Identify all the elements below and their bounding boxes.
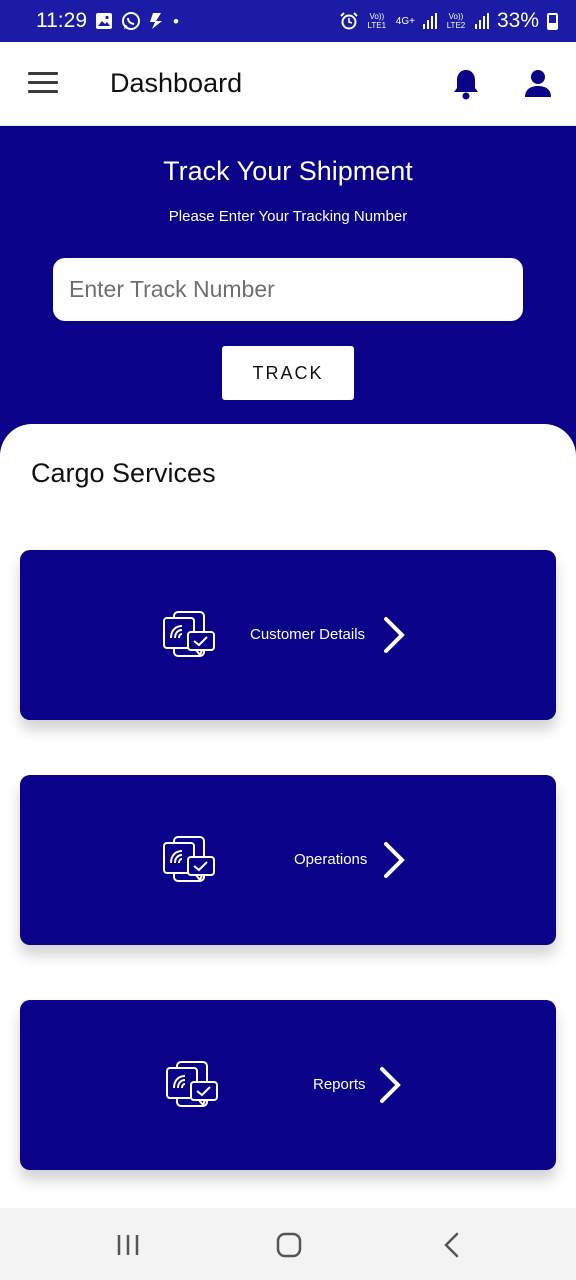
devices-check-icon [163,611,215,657]
operations-card[interactable]: Operations [20,775,556,945]
track-title: Track Your Shipment [163,156,413,186]
notification-dot: • [173,11,179,31]
alarm-icon [340,12,358,30]
devices-check-icon [166,1061,218,1107]
track-shipment-section: Track Your Shipment Please Enter Your Tr… [0,126,576,456]
page-title: Dashboard [110,68,243,98]
home-icon[interactable] [274,1232,304,1258]
chevron-right-icon [384,617,405,653]
signal-icon [474,13,489,29]
status-right: Vo)) LTE1 4G+ Vo)) LTE2 33% [340,9,558,33]
devices-check-icon [163,836,215,882]
sim1-network: 4G+ [395,15,415,27]
status-time: 11:29 [36,9,87,32]
status-left: 11:29 • [36,9,179,33]
gallery-icon [96,13,112,29]
reports-card[interactable]: Reports [20,1000,556,1170]
section-title: Cargo Services [31,458,216,488]
card-label: Reports [313,1076,366,1093]
system-nav-bar [0,1208,576,1280]
track-subtitle: Please Enter Your Tracking Number [168,208,408,225]
app-bar: Dashboard [0,42,576,126]
status-bar: 11:29 • Vo)) LTE1 4G+ Vo)) LTE2 33% [0,0,576,42]
battery-percent: 33% [496,9,539,32]
user-icon[interactable] [523,68,553,100]
card-label: Customer Details [250,626,366,643]
customer-details-card[interactable]: Customer Details [20,550,556,720]
card-label: Operations [294,851,368,868]
sim2-label: Vo)) LTE2 [446,12,466,30]
chevron-right-icon [384,842,405,878]
sim1-label: Vo)) LTE1 [367,12,387,30]
recents-icon[interactable] [113,1232,143,1258]
bell-icon[interactable] [451,68,481,100]
track-number-input[interactable] [53,258,523,321]
battery-icon [547,12,558,30]
cargo-services-section: Cargo Services Customer Details Operatio… [0,424,576,1208]
app-icon [150,13,162,29]
chevron-right-icon [380,1067,401,1103]
back-icon[interactable] [437,1232,467,1258]
menu-icon[interactable] [28,72,58,94]
track-button[interactable]: TRACK [222,346,354,400]
signal-icon [422,13,437,29]
whatsapp-icon [122,12,140,30]
